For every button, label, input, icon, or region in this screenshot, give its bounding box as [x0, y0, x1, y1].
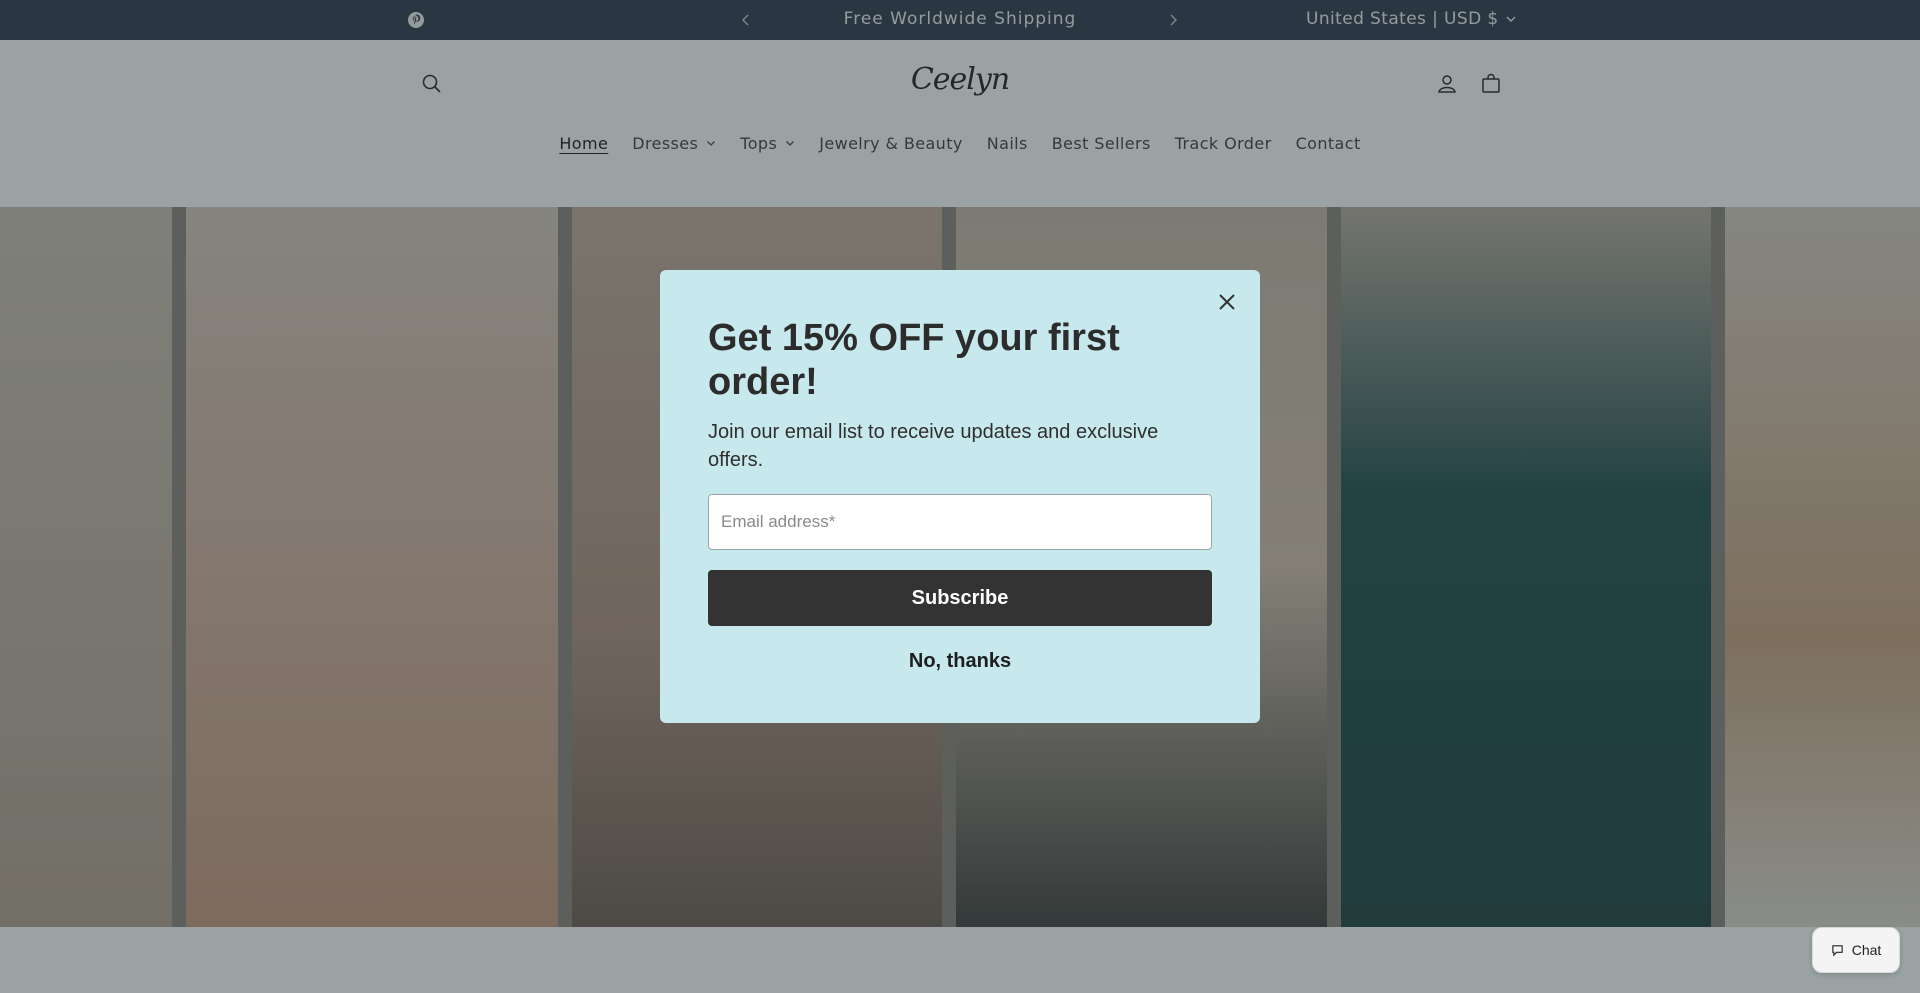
no-thanks-button[interactable]: No, thanks — [708, 646, 1212, 676]
chat-button[interactable]: Chat — [1812, 927, 1900, 973]
popup-title: Get 15% OFF your first order! — [708, 317, 1120, 403]
email-field[interactable] — [708, 494, 1212, 550]
close-icon[interactable] — [1211, 286, 1243, 318]
chat-bubble-icon — [1832, 944, 1843, 956]
popup-description: Join our email list to receive updates a… — [708, 421, 1159, 471]
subscribe-button[interactable]: Subscribe — [708, 570, 1212, 626]
chat-label: Chat — [1851, 942, 1882, 958]
newsletter-popup: Get 15% OFF your first order! Join our e… — [660, 270, 1260, 723]
